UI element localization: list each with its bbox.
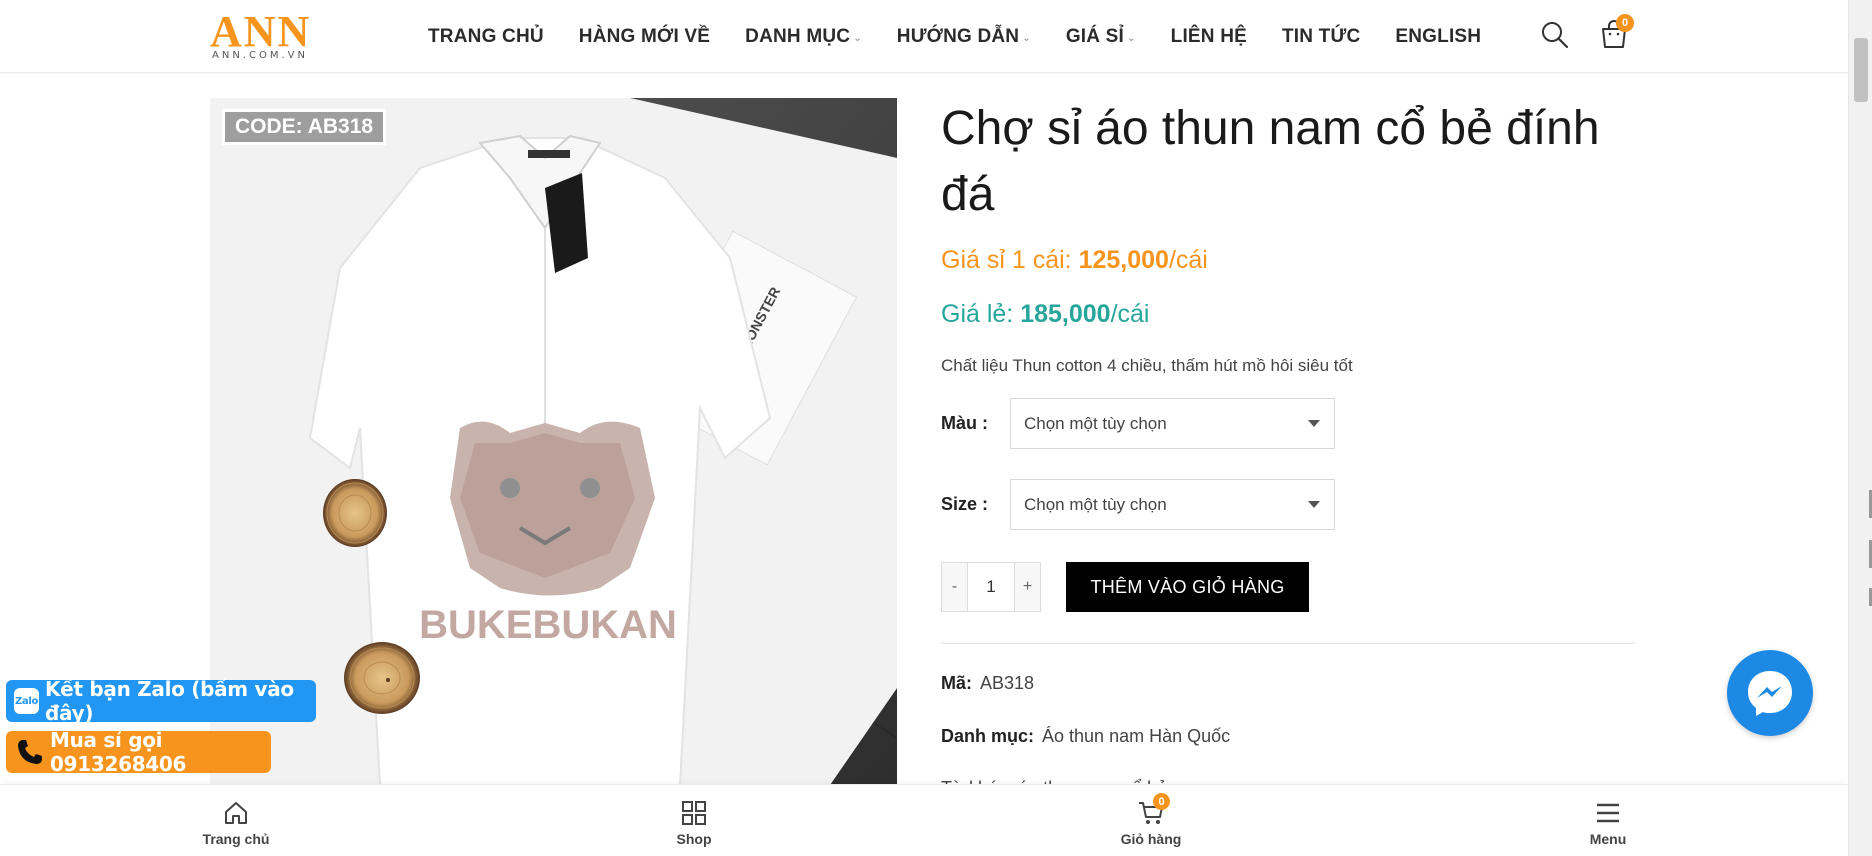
cart-icon: 0 (1137, 793, 1170, 827)
dropdown-arrow-icon (1308, 420, 1320, 427)
logo-subtext: ANN.COM.VN (212, 50, 308, 61)
sku-value: AB318 (980, 673, 1035, 693)
phone-icon (14, 736, 46, 768)
nav-item-guide[interactable]: HƯỚNG DẪN ⌄ (897, 26, 1031, 48)
quantity-increase-button[interactable]: + (1015, 563, 1040, 611)
shopping-bag-icon[interactable]: 0 (1598, 14, 1634, 50)
size-option-label: Size : (941, 494, 989, 514)
nav-item-categories[interactable]: DANH MỤC ⌄ (745, 26, 862, 48)
product-title: Chợ sỉ áo thun nam cổ bẻ đính đá (941, 102, 1600, 221)
bottom-nav-cart[interactable]: 0 Giỏ hàng (1081, 785, 1221, 856)
nav-label: HÀNG MỚI VỀ (578, 25, 711, 47)
main-nav: TRANG CHỦ HÀNG MỚI VỀ DANH MỤC ⌄ HƯỚNG DẪ… (428, 0, 1516, 73)
chevron-down-icon: ⌄ (853, 33, 862, 44)
shirt-print-text: BUKEBUKAN (419, 603, 677, 647)
nav-item-news[interactable]: TIN TỨC (1282, 26, 1360, 48)
color-select-value: Chọn một tùy chọn (1024, 413, 1167, 433)
quantity-stepper: - 1 + (941, 562, 1041, 612)
wholesale-price: Giá sỉ 1 cái: 125,000/cái (941, 246, 1208, 275)
bottom-nav-label: Shop (676, 831, 712, 847)
nav-item-new-arrivals[interactable]: HÀNG MỚI VỀ (579, 26, 710, 48)
category-label: Danh mục: (941, 726, 1035, 746)
quantity-input[interactable]: 1 (967, 563, 1015, 611)
cart-count-badge: 0 (1616, 14, 1634, 32)
nav-item-wholesale[interactable]: GIÁ SỈ ⌄ (1066, 26, 1136, 48)
logo-text: ANN (210, 7, 312, 56)
page-scrollbar[interactable] (1848, 0, 1872, 856)
home-icon (222, 799, 250, 827)
bottom-nav-menu[interactable]: Menu (1538, 785, 1678, 856)
quantity-decrease-button[interactable]: - (942, 563, 967, 611)
sku-label: Mã: (941, 673, 972, 693)
category-link[interactable]: Áo thun nam Hàn Quốc (1042, 726, 1230, 746)
product-category: Danh mục: Áo thun nam Hàn Quốc (941, 726, 1230, 747)
cart-count-badge: 0 (1153, 793, 1170, 810)
scrollbar-thumb[interactable] (1854, 38, 1868, 102)
nav-label: ENGLISH (1395, 25, 1482, 47)
search-icon[interactable] (1540, 20, 1570, 50)
nav-label: GIÁ SỈ (1065, 25, 1125, 47)
chevron-down-icon: ⌄ (1022, 33, 1031, 44)
divider (941, 643, 1635, 644)
dropdown-arrow-icon (1308, 501, 1320, 508)
retail-price-label: Giá lẻ: (941, 300, 1021, 328)
retail-price-amount: 185,000 (1020, 300, 1111, 328)
nav-label: HƯỚNG DẪN (896, 25, 1020, 47)
product-short-description: Chất liệu Thun cotton 4 chiều, thấm hút … (941, 356, 1353, 375)
messenger-icon[interactable] (1727, 650, 1813, 736)
zalo-add-friend-button[interactable]: Zalo Kết bạn Zalo (bấm vào đây) (6, 677, 316, 725)
nav-label: LIÊN HỆ (1170, 25, 1247, 47)
site-header: ANN ANN.COM.VN TRANG CHỦ HÀNG MỚI VỀ DAN… (0, 0, 1848, 73)
zalo-label: Kết bạn Zalo (bấm vào đây) (44, 677, 294, 725)
bottom-nav-shop[interactable]: Shop (624, 785, 764, 856)
retail-price-unit: /cái (1110, 300, 1150, 328)
product-code-label: CODE: AB318 (222, 109, 387, 145)
add-to-cart-button[interactable]: THÊM VÀO GIỎ HÀNG (1066, 562, 1309, 612)
site-logo[interactable]: ANN ANN.COM.VN (210, 7, 320, 62)
nav-item-contact[interactable]: LIÊN HỆ (1171, 26, 1247, 48)
nav-label: TIN TỨC (1282, 25, 1361, 47)
nav-label: TRANG CHỦ (428, 25, 544, 47)
bottom-nav-label: Giỏ hàng (1120, 831, 1182, 847)
bottom-nav-home[interactable]: Trang chủ (166, 785, 306, 856)
size-select-value: Chọn một tùy chọn (1024, 494, 1167, 514)
color-option-label: Màu : (941, 413, 988, 433)
zalo-icon: Zalo (14, 688, 39, 714)
nav-label: DANH MỤC (745, 25, 851, 47)
product-sku: Mã: AB318 (941, 673, 1034, 694)
grid-icon (680, 799, 708, 827)
call-wholesale-button[interactable]: Mua sỉ gọi 0913268406 (6, 728, 271, 776)
mobile-bottom-bar: Trang chủ Shop 0 Giỏ hàng Menu (0, 784, 1848, 856)
wholesale-price-unit: /cái (1168, 246, 1208, 274)
nav-item-english[interactable]: ENGLISH (1395, 26, 1481, 48)
wholesale-price-label: Giá sỉ 1 cái: (941, 246, 1079, 274)
call-label: Mua sỉ gọi 0913268406 (50, 728, 187, 776)
menu-icon (1594, 799, 1622, 827)
bottom-nav-label: Trang chủ (202, 831, 270, 847)
nav-item-home[interactable]: TRANG CHỦ (428, 26, 544, 48)
chevron-down-icon: ⌄ (1127, 33, 1136, 44)
color-select[interactable]: Chọn một tùy chọn (1010, 398, 1335, 449)
retail-price: Giá lẻ: 185,000/cái (941, 300, 1149, 329)
wholesale-price-amount: 125,000 (1078, 246, 1169, 274)
bottom-nav-label: Menu (1589, 831, 1627, 847)
size-select[interactable]: Chọn một tùy chọn (1010, 479, 1335, 530)
